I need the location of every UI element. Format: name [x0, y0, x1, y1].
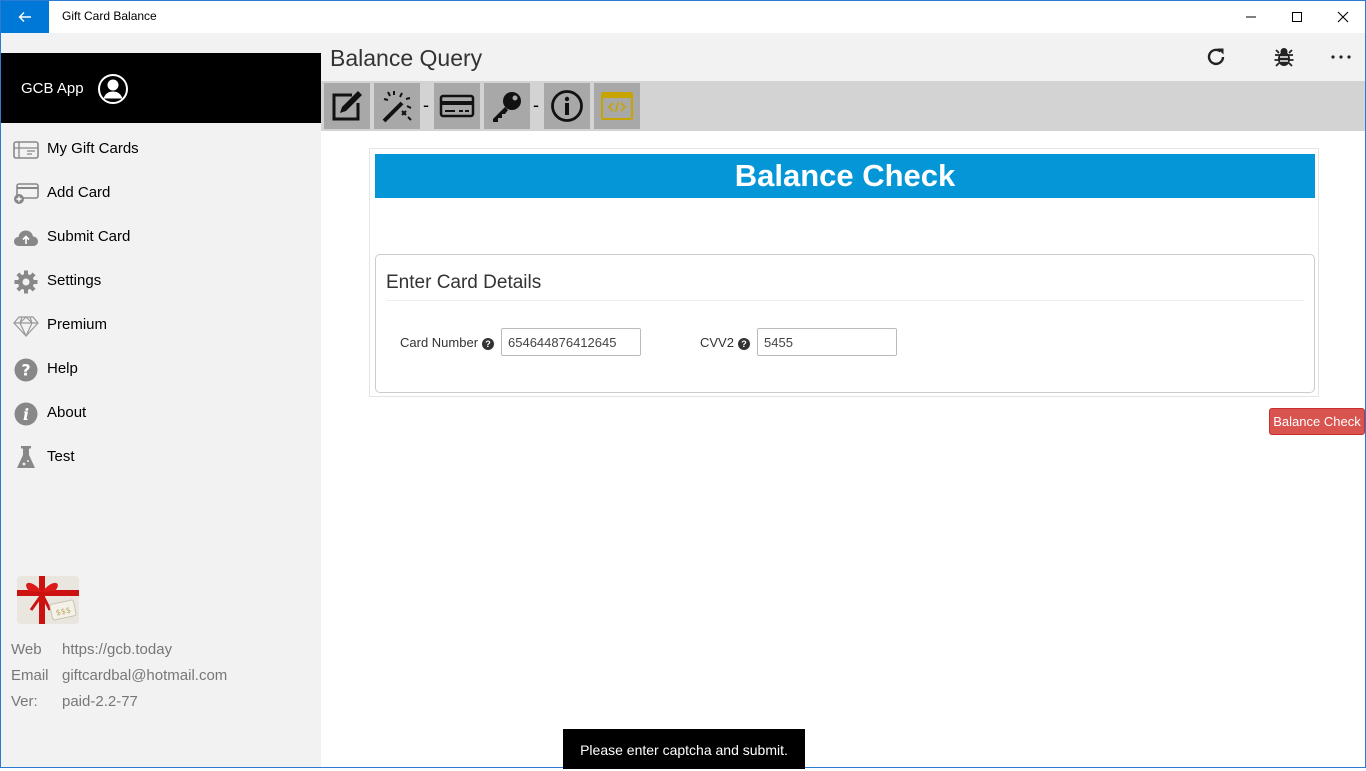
sidebar-item-label: My Gift Cards — [47, 140, 139, 157]
version-key: Ver: — [11, 693, 38, 710]
card-number-label: Card Number? — [400, 335, 495, 350]
back-button[interactable] — [1, 1, 49, 33]
key-button[interactable] — [484, 83, 530, 129]
info-button[interactable] — [544, 83, 590, 129]
bug-icon — [1274, 48, 1294, 67]
app-name: GCB App — [21, 80, 84, 97]
sidebar-item-label: Premium — [47, 316, 108, 333]
cloud-upload-icon — [13, 225, 39, 251]
version-value: paid-2.2-77 — [62, 693, 138, 710]
version-info: Ver: paid-2.2-77 — [11, 693, 138, 710]
back-arrow-icon — [18, 12, 31, 22]
gift-card-image: $$$ — [17, 576, 79, 624]
edit-icon — [332, 91, 362, 121]
gear-icon — [13, 269, 39, 295]
sidebar-item-premium[interactable]: Premium — [1, 304, 321, 348]
sidebar-item-label: About — [47, 404, 87, 421]
code-window-icon — [601, 92, 633, 120]
close-button[interactable] — [1320, 1, 1366, 33]
toolbar-separator: - — [423, 95, 429, 115]
sidebar-item-settings[interactable]: Settings — [1, 260, 321, 304]
sidebar-item-add-card[interactable]: Add Card — [1, 172, 321, 216]
web-key: Web — [11, 641, 42, 658]
credit-card-icon — [439, 94, 475, 118]
sidebar-header: GCB App — [1, 53, 321, 123]
close-icon — [1337, 11, 1349, 23]
edit-button[interactable] — [324, 83, 370, 129]
more-button[interactable] — [1317, 33, 1365, 81]
sidebar-item-my-gift-cards[interactable]: My Gift Cards — [1, 128, 321, 172]
add-card-icon — [13, 181, 39, 207]
toolbar-separator: - — [533, 95, 539, 115]
email-key: Email — [11, 667, 49, 684]
email-info: Email giftcardbal@hotmail.com — [11, 667, 227, 684]
info-icon: i — [13, 401, 39, 427]
window-title: Gift Card Balance — [62, 9, 157, 23]
section-title: Enter Card Details — [386, 272, 542, 293]
bug-report-button[interactable] — [1260, 33, 1308, 81]
maximize-icon — [1292, 12, 1302, 22]
balance-panel: Balance Check Enter Card Details Card Nu… — [369, 148, 1319, 397]
code-window-button[interactable] — [594, 83, 640, 129]
key-icon — [493, 92, 521, 122]
flask-icon — [13, 445, 39, 471]
info-icon — [551, 90, 583, 122]
toolbar: - - — [321, 81, 1365, 131]
sidebar-item-label: Test — [47, 448, 75, 465]
svg-text:?: ? — [21, 361, 30, 380]
balance-check-button[interactable]: Balance Check — [1269, 408, 1365, 435]
toast-message: Please enter captcha and submit. — [563, 729, 805, 769]
sidebar-item-help[interactable]: ? Help — [1, 348, 321, 392]
command-bar: Balance Query — [321, 33, 1365, 81]
more-icon — [1331, 55, 1351, 59]
sidebar-item-label: Submit Card — [47, 228, 131, 245]
refresh-button[interactable] — [1192, 33, 1240, 81]
section-divider — [386, 300, 1304, 301]
email-link[interactable]: giftcardbal@hotmail.com — [62, 667, 227, 684]
cvv-label-text: CVV2 — [700, 335, 734, 350]
balance-check-banner: Balance Check — [375, 154, 1315, 198]
app-window: Gift Card Balance GCB App My Gift Cards … — [0, 0, 1366, 769]
minimize-icon — [1246, 16, 1256, 18]
sidebar-item-label: Add Card — [47, 184, 111, 201]
credit-card-button[interactable] — [434, 83, 480, 129]
sidebar-item-submit-card[interactable]: Submit Card — [1, 216, 321, 260]
card-details-box: Enter Card Details Card Number? CVV2? — [375, 254, 1315, 393]
magic-wand-icon — [382, 91, 412, 123]
cvv-label: CVV2? — [700, 335, 750, 350]
minimize-button[interactable] — [1228, 1, 1274, 33]
cvv-help-icon[interactable]: ? — [737, 338, 750, 350]
diamond-icon — [13, 313, 39, 339]
cvv-input[interactable] — [757, 328, 897, 356]
svg-text:i: i — [23, 405, 29, 424]
gift-card-icon — [13, 137, 39, 163]
magic-wand-button[interactable] — [374, 83, 420, 129]
web-info: Web https://gcb.today — [11, 641, 172, 658]
card-number-help-icon[interactable]: ? — [482, 338, 495, 350]
sidebar-item-label: Help — [47, 360, 78, 377]
maximize-button[interactable] — [1274, 1, 1320, 33]
user-avatar-icon[interactable] — [97, 73, 129, 105]
card-number-label-text: Card Number — [400, 335, 479, 350]
sidebar-item-about[interactable]: i About — [1, 392, 321, 436]
sidebar-item-test[interactable]: Test — [1, 436, 321, 480]
web-link[interactable]: https://gcb.today — [62, 641, 172, 658]
help-icon: ? — [13, 357, 39, 383]
main-content: Balance Check Enter Card Details Card Nu… — [321, 131, 1365, 769]
sidebar: GCB App My Gift Cards Add Card Submit Ca… — [1, 33, 321, 767]
sidebar-nav: My Gift Cards Add Card Submit Card Setti… — [1, 128, 321, 480]
title-bar: Gift Card Balance — [1, 1, 1365, 33]
sidebar-item-label: Settings — [47, 272, 102, 289]
page-title: Balance Query — [330, 45, 483, 71]
card-number-input[interactable] — [501, 328, 641, 356]
refresh-icon — [1207, 48, 1225, 66]
